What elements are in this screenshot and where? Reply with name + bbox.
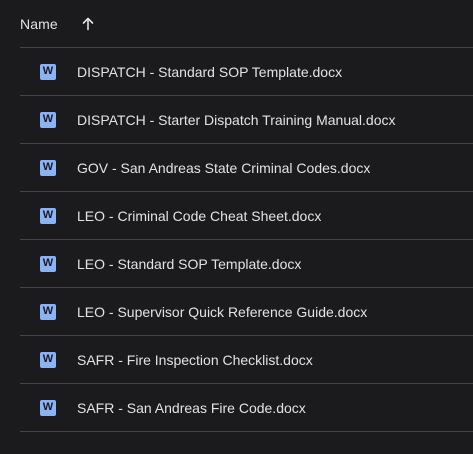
- file-list: W DISPATCH - Standard SOP Template.docx …: [20, 48, 473, 432]
- word-icon: W: [40, 159, 56, 176]
- file-name: DISPATCH - Standard SOP Template.docx: [77, 63, 343, 80]
- word-icon: W: [40, 255, 56, 272]
- file-name: SAFR - Fire Inspection Checklist.docx: [77, 351, 313, 368]
- file-name: LEO - Standard SOP Template.docx: [77, 255, 302, 272]
- file-row[interactable]: W SAFR - San Andreas Fire Code.docx: [20, 384, 473, 432]
- file-row[interactable]: W LEO - Supervisor Quick Reference Guide…: [20, 288, 473, 336]
- file-name: SAFR - San Andreas Fire Code.docx: [77, 399, 306, 416]
- sort-direction-button[interactable]: [76, 12, 100, 36]
- file-row[interactable]: W LEO - Standard SOP Template.docx: [20, 240, 473, 288]
- file-row[interactable]: W DISPATCH - Standard SOP Template.docx: [20, 48, 473, 96]
- file-row[interactable]: W SAFR - Fire Inspection Checklist.docx: [20, 336, 473, 384]
- list-header: Name: [20, 0, 473, 48]
- file-row[interactable]: W GOV - San Andreas State Criminal Codes…: [20, 144, 473, 192]
- word-icon: W: [40, 63, 56, 80]
- file-list-panel: Name W DISPATCH - Standard SOP Template.…: [0, 0, 473, 454]
- file-row[interactable]: W DISPATCH - Starter Dispatch Training M…: [20, 96, 473, 144]
- word-icon: W: [40, 399, 56, 416]
- name-column-header[interactable]: Name: [20, 16, 58, 32]
- word-icon: W: [40, 351, 56, 368]
- word-icon: W: [40, 111, 56, 128]
- word-icon: W: [40, 303, 56, 320]
- word-icon: W: [40, 207, 56, 224]
- arrow-up-icon: [82, 17, 94, 30]
- file-name: LEO - Criminal Code Cheat Sheet.docx: [77, 207, 322, 224]
- file-name: GOV - San Andreas State Criminal Codes.d…: [77, 159, 371, 176]
- file-name: LEO - Supervisor Quick Reference Guide.d…: [77, 303, 368, 320]
- file-row[interactable]: W LEO - Criminal Code Cheat Sheet.docx: [20, 192, 473, 240]
- file-name: DISPATCH - Starter Dispatch Training Man…: [77, 111, 396, 128]
